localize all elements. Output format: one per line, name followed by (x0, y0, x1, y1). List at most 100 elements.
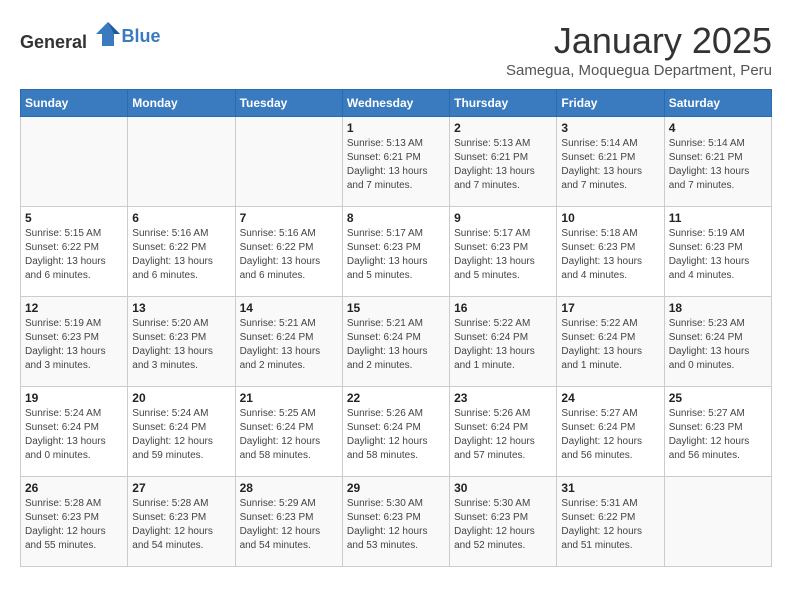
day-detail: Sunrise: 5:22 AMSunset: 6:24 PMDaylight:… (454, 317, 552, 373)
calendar-day: 31 Sunrise: 5:31 AMSunset: 6:22 PMDaylig… (557, 477, 664, 567)
day-detail: Sunrise: 5:30 AMSunset: 6:23 PMDaylight:… (347, 497, 445, 553)
day-number: 16 (454, 301, 552, 315)
day-detail: Sunrise: 5:24 AMSunset: 6:24 PMDaylight:… (132, 407, 230, 463)
calendar-day: 7 Sunrise: 5:16 AMSunset: 6:22 PMDayligh… (235, 207, 342, 297)
weekday-header-monday: Monday (128, 90, 235, 117)
calendar-day: 15 Sunrise: 5:21 AMSunset: 6:24 PMDaylig… (342, 297, 449, 387)
day-number: 17 (561, 301, 659, 315)
calendar-day: 27 Sunrise: 5:28 AMSunset: 6:23 PMDaylig… (128, 477, 235, 567)
day-number: 20 (132, 391, 230, 405)
day-number: 13 (132, 301, 230, 315)
calendar-day: 22 Sunrise: 5:26 AMSunset: 6:24 PMDaylig… (342, 387, 449, 477)
page-header: General Blue January 2025 Samegua, Moque… (20, 20, 772, 79)
weekday-header-friday: Friday (557, 90, 664, 117)
calendar-day: 30 Sunrise: 5:30 AMSunset: 6:23 PMDaylig… (450, 477, 557, 567)
calendar-day (664, 477, 771, 567)
logo-icon (94, 20, 122, 48)
weekday-header-row: SundayMondayTuesdayWednesdayThursdayFrid… (21, 90, 772, 117)
day-number: 7 (240, 211, 338, 225)
weekday-header-tuesday: Tuesday (235, 90, 342, 117)
day-number: 9 (454, 211, 552, 225)
day-number: 6 (132, 211, 230, 225)
calendar-day: 6 Sunrise: 5:16 AMSunset: 6:22 PMDayligh… (128, 207, 235, 297)
day-number: 5 (25, 211, 123, 225)
day-detail: Sunrise: 5:14 AMSunset: 6:21 PMDaylight:… (561, 137, 659, 193)
calendar-week-2: 5 Sunrise: 5:15 AMSunset: 6:22 PMDayligh… (21, 207, 772, 297)
day-number: 12 (25, 301, 123, 315)
day-number: 11 (669, 211, 767, 225)
day-detail: Sunrise: 5:23 AMSunset: 6:24 PMDaylight:… (669, 317, 767, 373)
calendar-day: 5 Sunrise: 5:15 AMSunset: 6:22 PMDayligh… (21, 207, 128, 297)
calendar-day: 13 Sunrise: 5:20 AMSunset: 6:23 PMDaylig… (128, 297, 235, 387)
day-number: 25 (669, 391, 767, 405)
calendar-day: 8 Sunrise: 5:17 AMSunset: 6:23 PMDayligh… (342, 207, 449, 297)
calendar-day: 19 Sunrise: 5:24 AMSunset: 6:24 PMDaylig… (21, 387, 128, 477)
day-detail: Sunrise: 5:14 AMSunset: 6:21 PMDaylight:… (669, 137, 767, 193)
calendar-day: 25 Sunrise: 5:27 AMSunset: 6:23 PMDaylig… (664, 387, 771, 477)
day-number: 10 (561, 211, 659, 225)
day-detail: Sunrise: 5:31 AMSunset: 6:22 PMDaylight:… (561, 497, 659, 553)
calendar-week-1: 1 Sunrise: 5:13 AMSunset: 6:21 PMDayligh… (21, 117, 772, 207)
calendar-day: 26 Sunrise: 5:28 AMSunset: 6:23 PMDaylig… (21, 477, 128, 567)
day-number: 23 (454, 391, 552, 405)
logo: General Blue (20, 20, 161, 53)
location-subtitle: Samegua, Moquegua Department, Peru (506, 62, 772, 79)
day-number: 4 (669, 121, 767, 135)
day-number: 30 (454, 481, 552, 495)
day-detail: Sunrise: 5:13 AMSunset: 6:21 PMDaylight:… (454, 137, 552, 193)
weekday-header-sunday: Sunday (21, 90, 128, 117)
day-detail: Sunrise: 5:26 AMSunset: 6:24 PMDaylight:… (454, 407, 552, 463)
day-detail: Sunrise: 5:17 AMSunset: 6:23 PMDaylight:… (454, 227, 552, 283)
day-number: 15 (347, 301, 445, 315)
logo-blue: Blue (122, 26, 161, 46)
calendar-day: 28 Sunrise: 5:29 AMSunset: 6:23 PMDaylig… (235, 477, 342, 567)
day-detail: Sunrise: 5:30 AMSunset: 6:23 PMDaylight:… (454, 497, 552, 553)
calendar-day: 17 Sunrise: 5:22 AMSunset: 6:24 PMDaylig… (557, 297, 664, 387)
title-section: January 2025 Samegua, Moquegua Departmen… (506, 20, 772, 79)
day-number: 19 (25, 391, 123, 405)
day-number: 24 (561, 391, 659, 405)
weekday-header-wednesday: Wednesday (342, 90, 449, 117)
day-number: 2 (454, 121, 552, 135)
day-detail: Sunrise: 5:26 AMSunset: 6:24 PMDaylight:… (347, 407, 445, 463)
day-number: 27 (132, 481, 230, 495)
calendar-day: 2 Sunrise: 5:13 AMSunset: 6:21 PMDayligh… (450, 117, 557, 207)
calendar-day (21, 117, 128, 207)
calendar-day: 29 Sunrise: 5:30 AMSunset: 6:23 PMDaylig… (342, 477, 449, 567)
logo-general: General (20, 32, 87, 52)
day-detail: Sunrise: 5:15 AMSunset: 6:22 PMDaylight:… (25, 227, 123, 283)
month-title: January 2025 (506, 20, 772, 62)
calendar-day (235, 117, 342, 207)
calendar-day: 11 Sunrise: 5:19 AMSunset: 6:23 PMDaylig… (664, 207, 771, 297)
day-number: 21 (240, 391, 338, 405)
day-number: 8 (347, 211, 445, 225)
calendar-day: 10 Sunrise: 5:18 AMSunset: 6:23 PMDaylig… (557, 207, 664, 297)
day-detail: Sunrise: 5:21 AMSunset: 6:24 PMDaylight:… (347, 317, 445, 373)
calendar-day: 3 Sunrise: 5:14 AMSunset: 6:21 PMDayligh… (557, 117, 664, 207)
day-detail: Sunrise: 5:24 AMSunset: 6:24 PMDaylight:… (25, 407, 123, 463)
day-number: 3 (561, 121, 659, 135)
calendar-week-4: 19 Sunrise: 5:24 AMSunset: 6:24 PMDaylig… (21, 387, 772, 477)
weekday-header-thursday: Thursday (450, 90, 557, 117)
day-detail: Sunrise: 5:16 AMSunset: 6:22 PMDaylight:… (240, 227, 338, 283)
calendar-week-3: 12 Sunrise: 5:19 AMSunset: 6:23 PMDaylig… (21, 297, 772, 387)
day-detail: Sunrise: 5:22 AMSunset: 6:24 PMDaylight:… (561, 317, 659, 373)
day-detail: Sunrise: 5:17 AMSunset: 6:23 PMDaylight:… (347, 227, 445, 283)
day-detail: Sunrise: 5:16 AMSunset: 6:22 PMDaylight:… (132, 227, 230, 283)
day-detail: Sunrise: 5:27 AMSunset: 6:23 PMDaylight:… (669, 407, 767, 463)
day-number: 31 (561, 481, 659, 495)
day-detail: Sunrise: 5:28 AMSunset: 6:23 PMDaylight:… (25, 497, 123, 553)
day-number: 22 (347, 391, 445, 405)
day-detail: Sunrise: 5:19 AMSunset: 6:23 PMDaylight:… (669, 227, 767, 283)
calendar-day: 24 Sunrise: 5:27 AMSunset: 6:24 PMDaylig… (557, 387, 664, 477)
day-detail: Sunrise: 5:20 AMSunset: 6:23 PMDaylight:… (132, 317, 230, 373)
day-number: 18 (669, 301, 767, 315)
day-number: 26 (25, 481, 123, 495)
calendar-table: SundayMondayTuesdayWednesdayThursdayFrid… (20, 89, 772, 567)
calendar-day: 21 Sunrise: 5:25 AMSunset: 6:24 PMDaylig… (235, 387, 342, 477)
calendar-day: 4 Sunrise: 5:14 AMSunset: 6:21 PMDayligh… (664, 117, 771, 207)
day-detail: Sunrise: 5:18 AMSunset: 6:23 PMDaylight:… (561, 227, 659, 283)
calendar-day: 16 Sunrise: 5:22 AMSunset: 6:24 PMDaylig… (450, 297, 557, 387)
day-detail: Sunrise: 5:19 AMSunset: 6:23 PMDaylight:… (25, 317, 123, 373)
calendar-week-5: 26 Sunrise: 5:28 AMSunset: 6:23 PMDaylig… (21, 477, 772, 567)
